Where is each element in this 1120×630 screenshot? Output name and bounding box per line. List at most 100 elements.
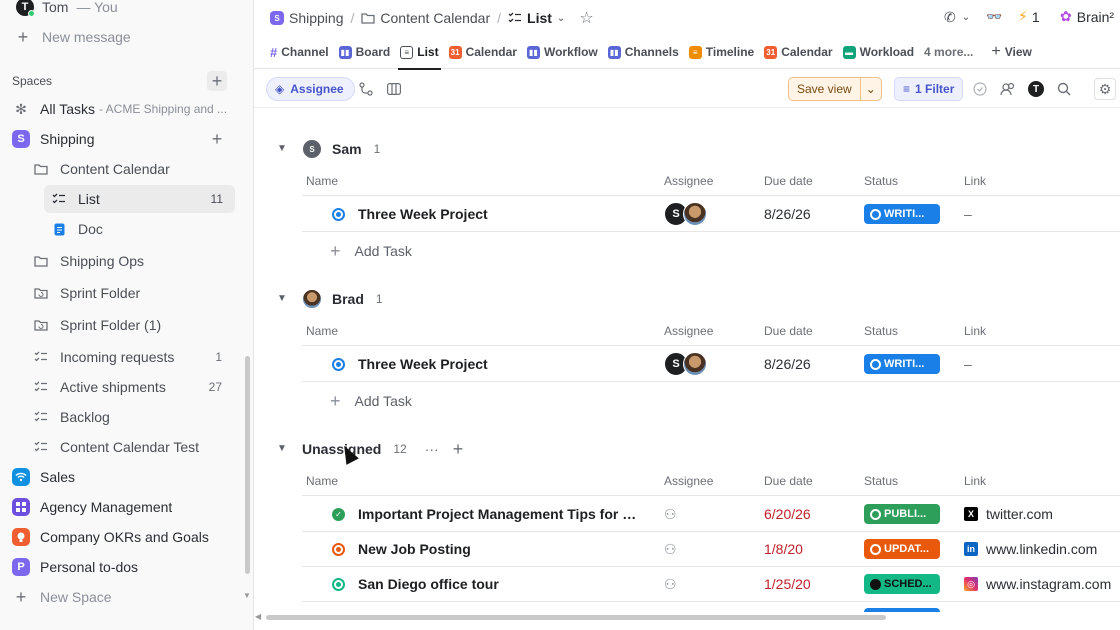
due-date[interactable]: 8/26/26 (764, 347, 811, 381)
sidebar-item-doc[interactable]: Doc (0, 215, 252, 243)
col-status[interactable]: Status (864, 474, 898, 488)
table-row[interactable]: San Diego office tour ⚇ 1/25/20 SCHED...… (302, 567, 1120, 602)
tab-board[interactable]: ▮▮ Board (338, 36, 390, 69)
star-icon[interactable]: ☆ (579, 8, 593, 28)
due-date[interactable]: 6/20/26 (764, 497, 811, 531)
new-message-button[interactable]: + New message (0, 23, 252, 51)
collapse-caret-icon[interactable]: ▼ (276, 292, 288, 304)
col-name[interactable]: Name (306, 174, 338, 188)
status-dot-icon[interactable] (332, 542, 345, 556)
sidebar-item-backlog[interactable]: Backlog (0, 403, 252, 431)
new-space-button[interactable]: + New Space (0, 583, 252, 611)
save-view-button[interactable]: Save view ⌄ (788, 77, 882, 101)
glasses-icon[interactable]: 👓 (986, 9, 1002, 25)
col-status[interactable]: Status (864, 324, 898, 338)
plus-icon[interactable]: + (453, 439, 464, 460)
scroll-left-arrow-icon[interactable]: ◀ (255, 612, 261, 621)
breadcrumb-folder[interactable]: Content Calendar (361, 10, 490, 26)
tab-channel[interactable]: # Channel (270, 36, 329, 69)
breadcrumb-space[interactable]: S Shipping (270, 10, 344, 26)
col-due[interactable]: Due date (764, 174, 813, 188)
table-row[interactable]: Three Week Project S 8/26/26 WRITI... – (302, 197, 1120, 232)
add-to-shipping-button[interactable]: + (207, 129, 227, 149)
sidebar-item-sprint-folder[interactable]: Sprint Folder (0, 279, 252, 307)
sidebar-item-sales[interactable]: Sales (0, 463, 252, 491)
horizontal-scrollbar[interactable] (266, 615, 886, 620)
tab-calendar-2[interactable]: 31 Calendar (764, 36, 833, 69)
call-button[interactable]: ✆ ⌄ (944, 9, 970, 26)
due-date[interactable]: 8/26/26 (764, 197, 811, 231)
group-by-assignee-chip[interactable]: ◈ Assignee (266, 77, 355, 101)
sidebar-item-personal[interactable]: P Personal to-dos (0, 553, 252, 581)
task-name[interactable]: Three Week Project (358, 206, 488, 222)
breadcrumb-list[interactable]: List ⌄ (508, 10, 565, 26)
collapse-caret-icon[interactable]: ▼ (276, 142, 288, 154)
lightning-button[interactable]: ⚡ 1 (1018, 8, 1040, 25)
status-badge[interactable]: PUBLI... (864, 504, 940, 524)
subtasks-icon[interactable] (356, 79, 376, 99)
collapse-caret-icon[interactable]: ▼ (276, 442, 288, 454)
status-check-icon[interactable]: ✓ (332, 507, 345, 521)
task-name[interactable]: New Job Posting (358, 541, 471, 557)
scroll-down-arrow-icon[interactable]: ▼ (243, 591, 251, 600)
task-name[interactable]: San Diego office tour (358, 576, 499, 592)
sidebar-item-shipping-ops[interactable]: Shipping Ops (0, 247, 252, 275)
table-row[interactable]: Three Week Project S 8/26/26 WRITI... – (302, 347, 1120, 382)
add-space-button[interactable]: + (207, 71, 227, 91)
add-task-button[interactable]: + Add Task (302, 234, 412, 268)
tab-channels[interactable]: ▮▮ Channels (607, 36, 679, 69)
sidebar-item-incoming-requests[interactable]: Incoming requests 1 (0, 343, 252, 371)
col-name[interactable]: Name (306, 324, 338, 338)
add-view-button[interactable]: + View (991, 36, 1031, 69)
sidebar-scrollbar[interactable] (245, 356, 250, 574)
chevron-down-icon[interactable]: ⌄ (859, 78, 881, 100)
due-date[interactable]: 1/8/20 (764, 532, 803, 566)
col-due[interactable]: Due date (764, 324, 813, 338)
sidebar-item-sprint-folder-1[interactable]: Sprint Folder (1) (0, 311, 252, 339)
status-badge[interactable]: UPDAT... (864, 539, 940, 559)
link-cell[interactable]: Xtwitter.com (964, 497, 1053, 531)
col-due[interactable]: Due date (764, 474, 813, 488)
add-assignee-icon[interactable]: ⚇ (664, 567, 677, 601)
due-date[interactable]: 1/25/20 (764, 567, 811, 601)
sidebar-item-content-calendar[interactable]: Content Calendar (0, 155, 252, 183)
col-link[interactable]: Link (964, 474, 986, 488)
filter-button[interactable]: ≡ 1 Filter (894, 77, 964, 101)
brain-button[interactable]: ✿ Brain² (1060, 8, 1114, 25)
task-name[interactable]: Important Project Management Tips for St… (358, 506, 642, 522)
table-row[interactable]: New Job Posting ⚇ 1/8/20 UPDAT... in www.… (302, 532, 1120, 567)
link-cell[interactable]: in www.linkedin.com (964, 532, 1097, 566)
tab-calendar[interactable]: 31 Calendar (448, 36, 517, 69)
link-cell[interactable]: – (964, 347, 972, 381)
tab-workload[interactable]: ▬ Workload (842, 36, 914, 69)
sidebar-item-content-calendar-test[interactable]: Content Calendar Test (0, 433, 252, 461)
sidebar-item-agency[interactable]: Agency Management (0, 493, 252, 521)
link-cell[interactable]: – (964, 197, 972, 231)
sidebar-item-all-tasks[interactable]: ✻ All Tasks - ACME Shipping and ... (0, 95, 252, 123)
add-task-button[interactable]: + Add Task (302, 384, 412, 418)
me-avatar[interactable]: T (1026, 79, 1046, 99)
col-assignee[interactable]: Assignee (664, 324, 713, 338)
sidebar-item-okrs[interactable]: Company OKRs and Goals (0, 523, 252, 551)
col-name[interactable]: Name (306, 474, 338, 488)
status-badge[interactable]: SCHED... (864, 574, 940, 594)
columns-icon[interactable] (384, 79, 404, 99)
check-circle-icon[interactable] (970, 79, 990, 99)
table-row[interactable]: ✓ Important Project Management Tips for … (302, 497, 1120, 532)
tab-workflow[interactable]: ▮▮ Workflow (526, 36, 598, 69)
status-dot-icon[interactable] (332, 207, 345, 221)
tab-list[interactable]: ≡ List (398, 36, 441, 70)
status-dot-icon[interactable] (332, 357, 345, 371)
status-badge[interactable]: WRITI... (864, 204, 940, 224)
link-cell[interactable]: ◎ www.instagram.com (964, 567, 1111, 601)
status-dot-icon[interactable] (332, 577, 345, 591)
search-icon[interactable] (1054, 79, 1074, 99)
sidebar-item-list[interactable]: List 11 (44, 185, 235, 213)
add-assignee-icon[interactable]: ⚇ (664, 532, 677, 566)
people-icon[interactable] (998, 79, 1018, 99)
col-status[interactable]: Status (864, 174, 898, 188)
tab-more[interactable]: 4 more... (924, 36, 973, 69)
add-assignee-icon[interactable]: ⚇ (664, 497, 677, 531)
tab-timeline[interactable]: ≡ Timeline (688, 36, 754, 69)
gear-icon[interactable]: ⚙ (1094, 78, 1116, 100)
